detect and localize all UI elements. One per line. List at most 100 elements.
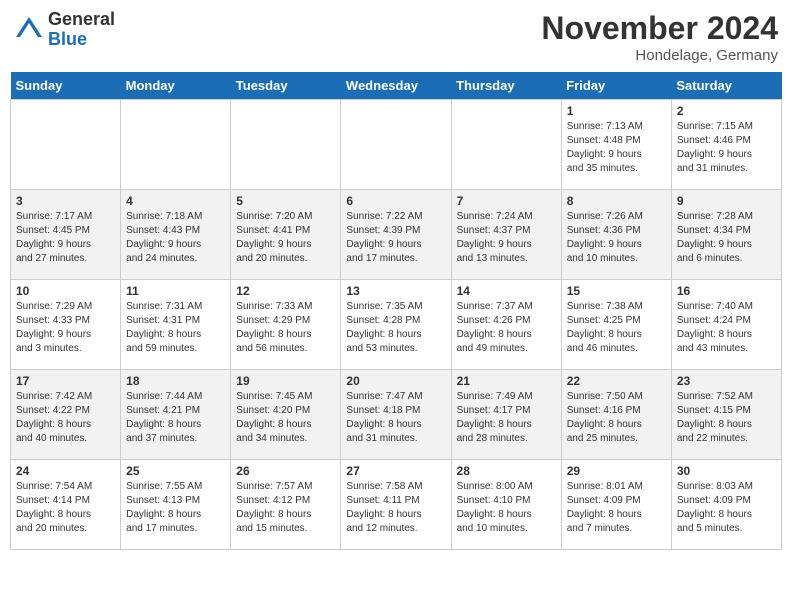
page-header: General Blue November 2024 Hondelage, Ge…	[10, 10, 782, 64]
day-info: Sunrise: 7:15 AM Sunset: 4:46 PM Dayligh…	[677, 120, 776, 176]
calendar-cell: 19 Sunrise: 7:45 AM Sunset: 4:20 PM Dayli…	[231, 370, 341, 460]
weekday-header-tuesday: Tuesday	[231, 72, 341, 100]
day-info: Sunrise: 8:00 AM Sunset: 4:10 PM Dayligh…	[457, 480, 556, 536]
week-row-3: 10 Sunrise: 7:29 AM Sunset: 4:33 PM Dayli…	[11, 280, 782, 370]
day-number: 11	[126, 284, 225, 298]
calendar-cell: 3 Sunrise: 7:17 AM Sunset: 4:45 PM Daylig…	[11, 190, 121, 280]
week-row-2: 3 Sunrise: 7:17 AM Sunset: 4:45 PM Daylig…	[11, 190, 782, 280]
calendar-cell: 20 Sunrise: 7:47 AM Sunset: 4:18 PM Dayli…	[341, 370, 451, 460]
day-info: Sunrise: 7:40 AM Sunset: 4:24 PM Dayligh…	[677, 300, 776, 356]
day-number: 21	[457, 374, 556, 388]
day-number: 8	[567, 194, 666, 208]
day-info: Sunrise: 7:37 AM Sunset: 4:26 PM Dayligh…	[457, 300, 556, 356]
calendar-cell: 14 Sunrise: 7:37 AM Sunset: 4:26 PM Dayli…	[451, 280, 561, 370]
day-number: 29	[567, 464, 666, 478]
day-number: 1	[567, 104, 666, 118]
month-title: November 2024	[541, 10, 778, 47]
calendar-cell	[451, 100, 561, 190]
day-info: Sunrise: 7:44 AM Sunset: 4:21 PM Dayligh…	[126, 390, 225, 446]
day-info: Sunrise: 7:13 AM Sunset: 4:48 PM Dayligh…	[567, 120, 666, 176]
day-info: Sunrise: 7:31 AM Sunset: 4:31 PM Dayligh…	[126, 300, 225, 356]
calendar-cell: 22 Sunrise: 7:50 AM Sunset: 4:16 PM Dayli…	[561, 370, 671, 460]
day-info: Sunrise: 7:38 AM Sunset: 4:25 PM Dayligh…	[567, 300, 666, 356]
weekday-header-monday: Monday	[121, 72, 231, 100]
day-number: 3	[16, 194, 115, 208]
calendar-cell: 7Sunrise: 7:24 AM Sunset: 4:37 PM Daylig…	[451, 190, 561, 280]
calendar-cell: 5Sunrise: 7:20 AM Sunset: 4:41 PM Daylig…	[231, 190, 341, 280]
calendar-cell: 11 Sunrise: 7:31 AM Sunset: 4:31 PM Dayli…	[121, 280, 231, 370]
day-info: Sunrise: 8:03 AM Sunset: 4:09 PM Dayligh…	[677, 480, 776, 536]
day-info: Sunrise: 7:35 AM Sunset: 4:28 PM Dayligh…	[346, 300, 445, 356]
calendar-cell: 26 Sunrise: 7:57 AM Sunset: 4:12 PM Dayli…	[231, 460, 341, 550]
day-info: Sunrise: 7:33 AM Sunset: 4:29 PM Dayligh…	[236, 300, 335, 356]
day-info: Sunrise: 7:54 AM Sunset: 4:14 PM Dayligh…	[16, 480, 115, 536]
day-info: Sunrise: 7:29 AM Sunset: 4:33 PM Dayligh…	[16, 300, 115, 356]
calendar-cell	[231, 100, 341, 190]
day-info: Sunrise: 7:28 AM Sunset: 4:34 PM Dayligh…	[677, 210, 776, 266]
day-number: 5	[236, 194, 335, 208]
day-number: 19	[236, 374, 335, 388]
calendar-cell: 15Sunrise: 7:38 AM Sunset: 4:25 PM Dayli…	[561, 280, 671, 370]
logo-blue: Blue	[48, 30, 115, 50]
day-number: 2	[677, 104, 776, 118]
day-number: 27	[346, 464, 445, 478]
day-info: Sunrise: 7:58 AM Sunset: 4:11 PM Dayligh…	[346, 480, 445, 536]
calendar-cell	[11, 100, 121, 190]
calendar-cell: 23Sunrise: 7:52 AM Sunset: 4:15 PM Dayli…	[671, 370, 781, 460]
weekday-header-row: SundayMondayTuesdayWednesdayThursdayFrid…	[11, 72, 782, 100]
calendar-cell: 16 Sunrise: 7:40 AM Sunset: 4:24 PM Dayli…	[671, 280, 781, 370]
calendar-cell: 24Sunrise: 7:54 AM Sunset: 4:14 PM Dayli…	[11, 460, 121, 550]
day-info: Sunrise: 7:55 AM Sunset: 4:13 PM Dayligh…	[126, 480, 225, 536]
day-number: 4	[126, 194, 225, 208]
day-number: 20	[346, 374, 445, 388]
calendar-cell: 10 Sunrise: 7:29 AM Sunset: 4:33 PM Dayli…	[11, 280, 121, 370]
calendar-cell: 8Sunrise: 7:26 AM Sunset: 4:36 PM Daylig…	[561, 190, 671, 280]
calendar-cell: 2 Sunrise: 7:15 AM Sunset: 4:46 PM Daylig…	[671, 100, 781, 190]
day-number: 7	[457, 194, 556, 208]
calendar-cell: 29 Sunrise: 8:01 AM Sunset: 4:09 PM Dayli…	[561, 460, 671, 550]
day-number: 26	[236, 464, 335, 478]
day-number: 13	[346, 284, 445, 298]
day-info: Sunrise: 8:01 AM Sunset: 4:09 PM Dayligh…	[567, 480, 666, 536]
day-info: Sunrise: 7:47 AM Sunset: 4:18 PM Dayligh…	[346, 390, 445, 446]
calendar-cell: 28 Sunrise: 8:00 AM Sunset: 4:10 PM Dayli…	[451, 460, 561, 550]
day-info: Sunrise: 7:49 AM Sunset: 4:17 PM Dayligh…	[457, 390, 556, 446]
day-number: 25	[126, 464, 225, 478]
day-number: 12	[236, 284, 335, 298]
location: Hondelage, Germany	[541, 47, 778, 64]
weekday-header-wednesday: Wednesday	[341, 72, 451, 100]
calendar-cell: 30Sunrise: 8:03 AM Sunset: 4:09 PM Dayli…	[671, 460, 781, 550]
weekday-header-sunday: Sunday	[11, 72, 121, 100]
calendar-cell	[341, 100, 451, 190]
day-number: 10	[16, 284, 115, 298]
day-number: 28	[457, 464, 556, 478]
calendar-cell: 9Sunrise: 7:28 AM Sunset: 4:34 PM Daylig…	[671, 190, 781, 280]
day-number: 14	[457, 284, 556, 298]
day-info: Sunrise: 7:57 AM Sunset: 4:12 PM Dayligh…	[236, 480, 335, 536]
calendar-cell: 12 Sunrise: 7:33 AM Sunset: 4:29 PM Dayli…	[231, 280, 341, 370]
calendar-cell: 18 Sunrise: 7:44 AM Sunset: 4:21 PM Dayli…	[121, 370, 231, 460]
calendar-cell: 17Sunrise: 7:42 AM Sunset: 4:22 PM Dayli…	[11, 370, 121, 460]
day-info: Sunrise: 7:45 AM Sunset: 4:20 PM Dayligh…	[236, 390, 335, 446]
calendar-table: SundayMondayTuesdayWednesdayThursdayFrid…	[10, 72, 782, 550]
calendar-cell: 4Sunrise: 7:18 AM Sunset: 4:43 PM Daylig…	[121, 190, 231, 280]
day-info: Sunrise: 7:22 AM Sunset: 4:39 PM Dayligh…	[346, 210, 445, 266]
week-row-4: 17Sunrise: 7:42 AM Sunset: 4:22 PM Dayli…	[11, 370, 782, 460]
title-block: November 2024 Hondelage, Germany	[541, 10, 778, 64]
week-row-5: 24Sunrise: 7:54 AM Sunset: 4:14 PM Dayli…	[11, 460, 782, 550]
day-info: Sunrise: 7:52 AM Sunset: 4:15 PM Dayligh…	[677, 390, 776, 446]
day-info: Sunrise: 7:50 AM Sunset: 4:16 PM Dayligh…	[567, 390, 666, 446]
day-info: Sunrise: 7:17 AM Sunset: 4:45 PM Dayligh…	[16, 210, 115, 266]
week-row-1: 1 Sunrise: 7:13 AM Sunset: 4:48 PM Daylig…	[11, 100, 782, 190]
day-number: 22	[567, 374, 666, 388]
day-number: 16	[677, 284, 776, 298]
day-number: 18	[126, 374, 225, 388]
calendar-cell: 6 Sunrise: 7:22 AM Sunset: 4:39 PM Daylig…	[341, 190, 451, 280]
calendar-cell: 13 Sunrise: 7:35 AM Sunset: 4:28 PM Dayli…	[341, 280, 451, 370]
weekday-header-thursday: Thursday	[451, 72, 561, 100]
calendar-cell: 27 Sunrise: 7:58 AM Sunset: 4:11 PM Dayli…	[341, 460, 451, 550]
logo-icon	[14, 15, 44, 45]
day-number: 6	[346, 194, 445, 208]
day-info: Sunrise: 7:42 AM Sunset: 4:22 PM Dayligh…	[16, 390, 115, 446]
calendar-cell: 1 Sunrise: 7:13 AM Sunset: 4:48 PM Daylig…	[561, 100, 671, 190]
